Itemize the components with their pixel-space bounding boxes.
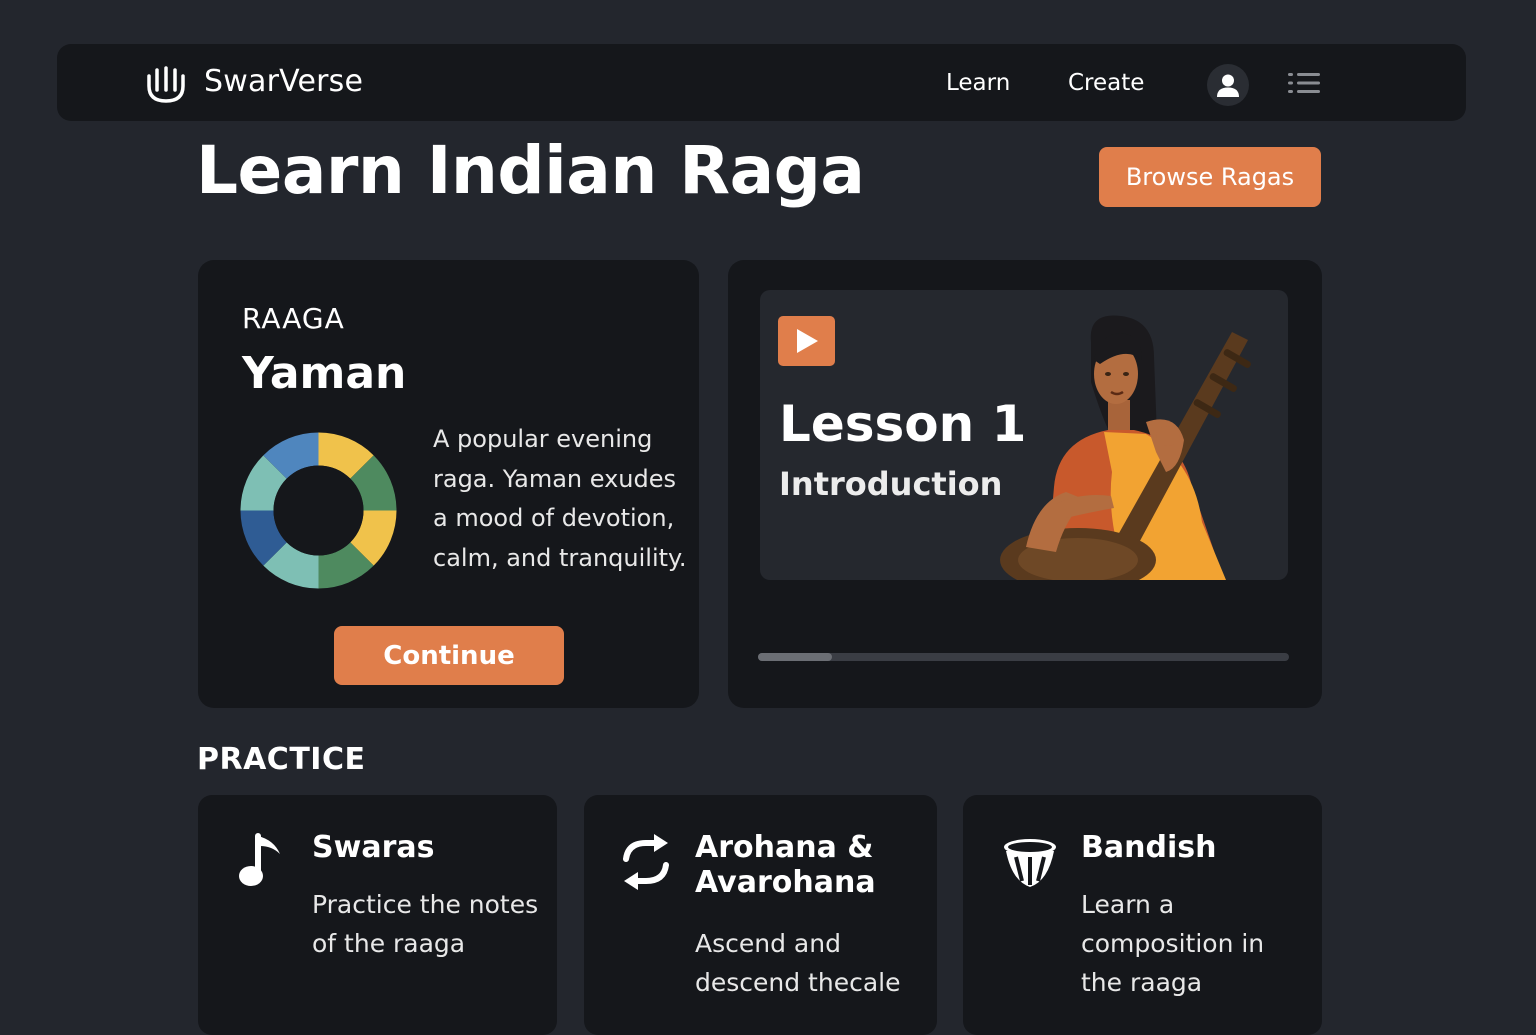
user-avatar-button[interactable]: [1207, 64, 1249, 106]
page-title: Learn Indian Raga: [196, 132, 865, 209]
user-icon: [1217, 74, 1239, 97]
practice-heading: PRACTICE: [197, 742, 366, 777]
music-note-icon: [239, 833, 280, 886]
play-icon: [796, 329, 818, 353]
practice-card-description: Ascend and descend thecale: [695, 929, 901, 997]
menu-icon[interactable]: [1288, 72, 1320, 94]
nav-link-learn[interactable]: Learn: [946, 70, 1010, 96]
raga-description: A popular evening raga. Yaman exudes a m…: [433, 425, 687, 572]
practice-card-description: Practice the notes of the raaga: [312, 890, 539, 958]
nav-link-create[interactable]: Create: [1068, 70, 1144, 96]
app-logo-text[interactable]: SwarVerse: [204, 64, 363, 99]
lesson-subtitle: Introduction: [779, 465, 1003, 503]
raga-name: Yaman: [242, 348, 407, 399]
practice-card-title: Swaras: [312, 830, 435, 865]
practice-card-title: Bandish: [1081, 830, 1217, 865]
sitar-player-illustration: [1000, 315, 1251, 580]
lesson-progress-bar[interactable]: [758, 653, 1289, 661]
raga-label: RAAGA: [242, 302, 345, 335]
play-button[interactable]: [778, 316, 835, 366]
practice-card-description: Learn a composition in the raaga: [1081, 890, 1265, 997]
donut-hole: [273, 465, 364, 556]
lesson-progress-fill: [758, 653, 833, 661]
continue-button[interactable]: Continue: [334, 626, 564, 685]
browse-ragas-button[interactable]: Browse Ragas: [1099, 147, 1321, 207]
drum-icon: [1004, 839, 1056, 887]
raga-donut-chart: [240, 432, 397, 589]
hand-logo-icon: [147, 66, 185, 103]
lesson-title: Lesson 1: [779, 395, 1027, 453]
practice-card-title: Arohana & Avarohana: [695, 830, 876, 900]
repeat-arrows-icon: [623, 834, 669, 890]
